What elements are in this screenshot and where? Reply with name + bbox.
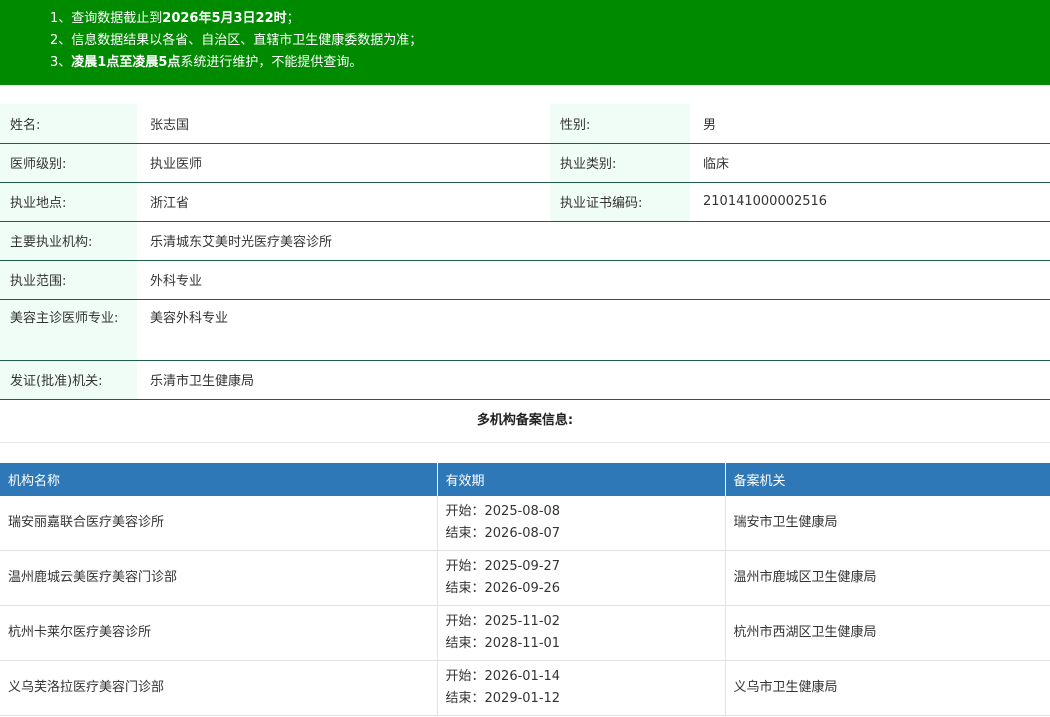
notice-line-3-hours: 凌晨1点至凌晨5点: [71, 55, 181, 70]
table-row: 义乌芙洛拉医疗美容门诊部 开始：2026-01-14 结束：2029-01-12…: [0, 660, 1050, 716]
validity-end: 结束：2026-08-07: [445, 526, 561, 541]
name-value: 张志国: [137, 104, 550, 144]
notice-line-2: 2、信息数据结果以各省、自治区、直辖市卫生健康委数据为准；: [50, 33, 423, 48]
cosmetic-label: 美容主诊医师专业:: [0, 299, 137, 361]
category-value: 临床: [690, 143, 1050, 183]
location-value: 浙江省: [137, 182, 550, 222]
org-label: 主要执业机构:: [0, 221, 137, 261]
location-label: 执业地点:: [0, 182, 137, 222]
validity-cell: 开始：2026-01-14 结束：2029-01-12: [437, 660, 726, 716]
cosmetic-value: 美容外科专业: [137, 299, 1050, 361]
cert-label: 执业证书编码:: [550, 182, 690, 222]
issuer-value: 乐清市卫生健康局: [137, 360, 1050, 400]
authority-name: 温州市鹿城区卫生健康局: [725, 550, 1050, 606]
notice-banner: 1、查询数据截止到2026年5月3日22时； 2、信息数据结果以各省、自治区、直…: [0, 0, 1050, 85]
doctor-info-table: 姓名: 张志国 性别: 男 医师级别: 执业医师 执业类别: 临床 执业地点: …: [0, 104, 1050, 400]
info-row: 执业范围: 外科专业: [0, 260, 1050, 300]
notice-line-1-date: 2026年5月3日22时: [162, 11, 287, 26]
validity-end: 结束：2028-11-01: [445, 636, 561, 651]
org-value: 乐清城东艾美时光医疗美容诊所: [137, 221, 1050, 261]
header-institution: 机构名称: [0, 463, 438, 496]
cert-value: 210141000002516: [690, 182, 1050, 222]
notice-line-1-suffix: ；: [286, 11, 300, 26]
scope-value: 外科专业: [137, 260, 1050, 300]
notice-line-3-suffix: 系统进行维护，不能提供查询。: [180, 55, 363, 70]
authority-name: 瑞安市卫生健康局: [725, 496, 1050, 551]
info-row: 姓名: 张志国 性别: 男: [0, 104, 1050, 144]
authority-name: 义乌市卫生健康局: [725, 660, 1050, 716]
category-label: 执业类别:: [550, 143, 690, 183]
validity-cell: 开始：2025-11-02 结束：2028-11-01: [437, 605, 726, 661]
scope-label: 执业范围:: [0, 260, 137, 300]
info-row: 主要执业机构: 乐清城东艾美时光医疗美容诊所: [0, 221, 1050, 261]
table-header-row: 机构名称 有效期 备案机关: [0, 463, 1050, 496]
multi-institution-table: 机构名称 有效期 备案机关 瑞安丽嘉联合医疗美容诊所 开始：2025-08-08…: [0, 463, 1050, 716]
validity-start: 开始：2025-09-27: [445, 559, 561, 574]
validity-start: 开始：2025-08-08: [445, 504, 561, 519]
table-row: 温州鹿城云美医疗美容门诊部 开始：2025-09-27 结束：2026-09-2…: [0, 550, 1050, 606]
notice-line-1: 1、查询数据截止到2026年5月3日22时；: [50, 8, 1050, 30]
table-row: 瑞安丽嘉联合医疗美容诊所 开始：2025-08-08 结束：2026-08-07…: [0, 496, 1050, 551]
header-authority: 备案机关: [725, 463, 1050, 496]
gender-value: 男: [690, 104, 1050, 144]
level-value: 执业医师: [137, 143, 550, 183]
issuer-label: 发证(批准)机关:: [0, 360, 137, 400]
name-label: 姓名:: [0, 104, 137, 144]
institution-name: 温州鹿城云美医疗美容门诊部: [0, 550, 438, 606]
multi-section-title: 多机构备案信息:: [0, 400, 1050, 443]
notice-line-1-prefix: 1、查询数据截止到: [50, 11, 163, 26]
institution-name: 杭州卡莱尔医疗美容诊所: [0, 605, 438, 661]
validity-end: 结束：2026-09-26: [445, 581, 561, 596]
info-row: 执业地点: 浙江省 执业证书编码: 210141000002516: [0, 182, 1050, 222]
institution-name: 瑞安丽嘉联合医疗美容诊所: [0, 496, 438, 551]
header-validity: 有效期: [437, 463, 726, 496]
validity-end: 结束：2029-01-12: [445, 691, 561, 706]
gender-label: 性别:: [550, 104, 690, 144]
table-row: 杭州卡莱尔医疗美容诊所 开始：2025-11-02 结束：2028-11-01 …: [0, 605, 1050, 661]
validity-cell: 开始：2025-09-27 结束：2026-09-26: [437, 550, 726, 606]
info-row: 医师级别: 执业医师 执业类别: 临床: [0, 143, 1050, 183]
notice-line-3-prefix: 3、: [50, 55, 72, 70]
validity-cell: 开始：2025-08-08 结束：2026-08-07: [437, 496, 726, 551]
info-row: 发证(批准)机关: 乐清市卫生健康局: [0, 360, 1050, 400]
info-row: 美容主诊医师专业: 美容外科专业: [0, 299, 1050, 361]
validity-start: 开始：2025-11-02: [445, 614, 561, 629]
notice-line-3: 3、凌晨1点至凌晨5点系统进行维护，不能提供查询。: [50, 52, 1050, 74]
institution-name: 义乌芙洛拉医疗美容门诊部: [0, 660, 438, 716]
level-label: 医师级别:: [0, 143, 137, 183]
authority-name: 杭州市西湖区卫生健康局: [725, 605, 1050, 661]
validity-start: 开始：2026-01-14: [445, 669, 561, 684]
